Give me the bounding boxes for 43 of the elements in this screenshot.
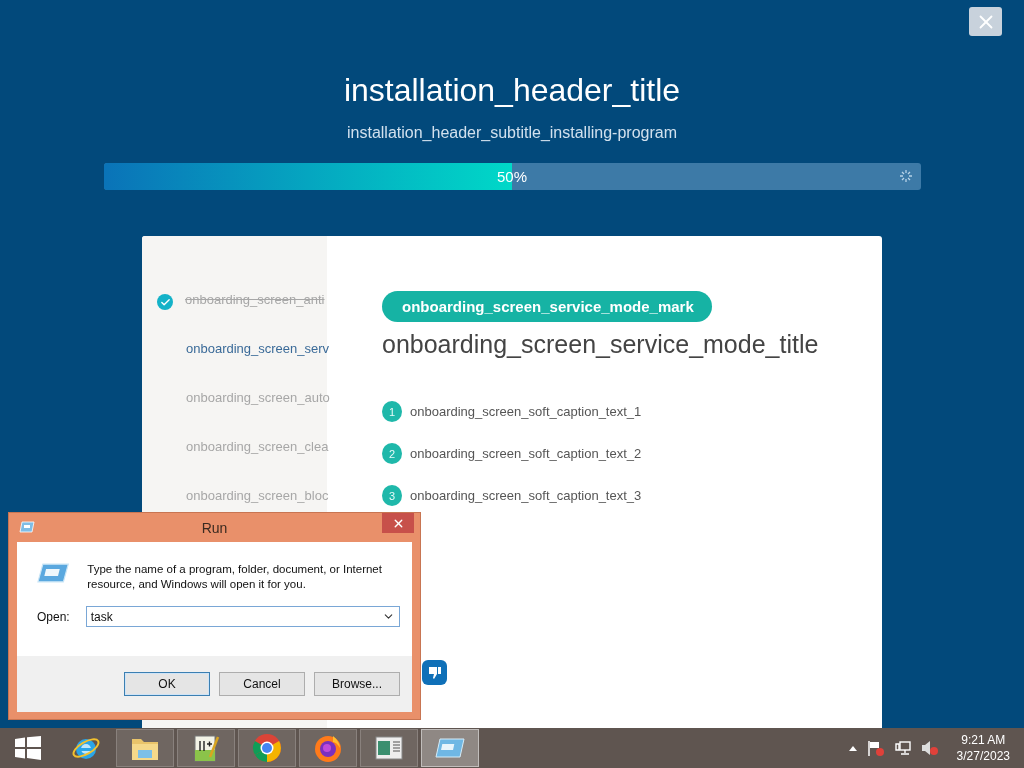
firefox-icon xyxy=(313,733,343,763)
feedback-button[interactable] xyxy=(422,660,447,685)
installer-title: installation_header_title xyxy=(343,71,681,110)
close-button[interactable] xyxy=(382,513,414,533)
step-number: 3 xyxy=(382,485,402,506)
clock[interactable]: 9:21 AM 3/27/2023 xyxy=(956,732,1010,764)
taskbar-button[interactable] xyxy=(116,729,174,767)
clock-time: 9:21 AM xyxy=(961,732,1006,748)
caption-text: onboarding_screen_soft_caption_text_2 xyxy=(410,446,642,461)
notepad-icon xyxy=(192,733,220,763)
windows-logo-icon xyxy=(14,736,41,760)
open-label: Open: xyxy=(37,609,70,624)
spinner-icon xyxy=(898,169,913,183)
dialog-button[interactable]: Browse... xyxy=(314,672,400,696)
window-app-icon xyxy=(374,734,404,762)
step-number: 2 xyxy=(382,443,402,464)
speaker-icon[interactable] xyxy=(920,740,939,756)
progress-percent: 50% xyxy=(497,168,527,185)
run-icon xyxy=(37,562,70,584)
flag-icon[interactable] xyxy=(866,740,885,756)
dialog-button[interactable]: OK xyxy=(124,672,210,696)
run-icon xyxy=(434,736,466,760)
taskbar-button[interactable] xyxy=(238,729,296,767)
run-icon xyxy=(19,521,35,533)
caret-up-icon[interactable] xyxy=(848,745,857,751)
dialog-title: Run xyxy=(201,519,228,536)
service-mode-title: onboarding_screen_service_mode_title xyxy=(382,330,819,359)
service-mode-badge: onboarding_screen_service_mode_mark xyxy=(382,291,712,322)
taskbar-button[interactable] xyxy=(360,729,418,767)
taskbar-button[interactable] xyxy=(421,729,479,767)
clock-date: 3/27/2023 xyxy=(956,748,1010,764)
open-combobox[interactable]: task xyxy=(85,606,400,627)
dialog-button[interactable]: Cancel xyxy=(219,672,305,696)
step-item[interactable]: onboarding_screen_serv xyxy=(186,341,330,357)
chrome-icon xyxy=(252,733,282,763)
step-number: 1 xyxy=(382,401,402,422)
network-icon[interactable] xyxy=(894,740,911,756)
dialog-description: Type the name of a program, folder, document, or Internet resource, and Windows will open it for you. xyxy=(87,562,383,592)
caption-text: onboarding_screen_soft_caption_text_3 xyxy=(410,488,642,503)
installer-subtitle: installation_header_subtitle_installing-program xyxy=(347,123,677,143)
thumbs-down-icon xyxy=(427,665,442,680)
taskbar-button[interactable] xyxy=(177,729,235,767)
caption-text: onboarding_screen_soft_caption_text_1 xyxy=(410,404,642,419)
